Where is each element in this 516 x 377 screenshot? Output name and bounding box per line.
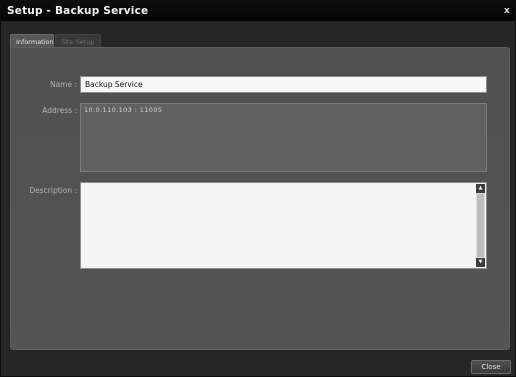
address-label: Address : <box>42 106 77 115</box>
description-field[interactable]: ▲ ▼ <box>80 182 487 269</box>
scrollbar-track[interactable] <box>477 194 484 257</box>
name-field[interactable]: Backup Service <box>80 76 487 93</box>
scroll-up-icon[interactable]: ▲ <box>476 184 485 193</box>
scroll-down-icon[interactable]: ▼ <box>476 258 485 267</box>
description-scrollbar[interactable]: ▲ ▼ <box>476 184 485 267</box>
information-panel: Name : Backup Service Address : 10.0.110… <box>10 47 510 350</box>
title-bar: Setup - Backup Service x <box>1 1 515 21</box>
close-button[interactable]: Close <box>471 360 511 374</box>
close-icon[interactable]: x <box>501 1 513 21</box>
setup-dialog: Setup - Backup Service x Information Sit… <box>0 0 516 377</box>
description-label: Description : <box>29 186 77 195</box>
tab-site-setup[interactable]: Site Setup <box>55 34 101 48</box>
window-title: Setup - Backup Service <box>7 5 149 17</box>
name-label: Name : <box>49 80 77 89</box>
address-field: 10.0.110.103 : 11005 <box>80 103 487 172</box>
tab-information[interactable]: Information <box>10 34 54 48</box>
